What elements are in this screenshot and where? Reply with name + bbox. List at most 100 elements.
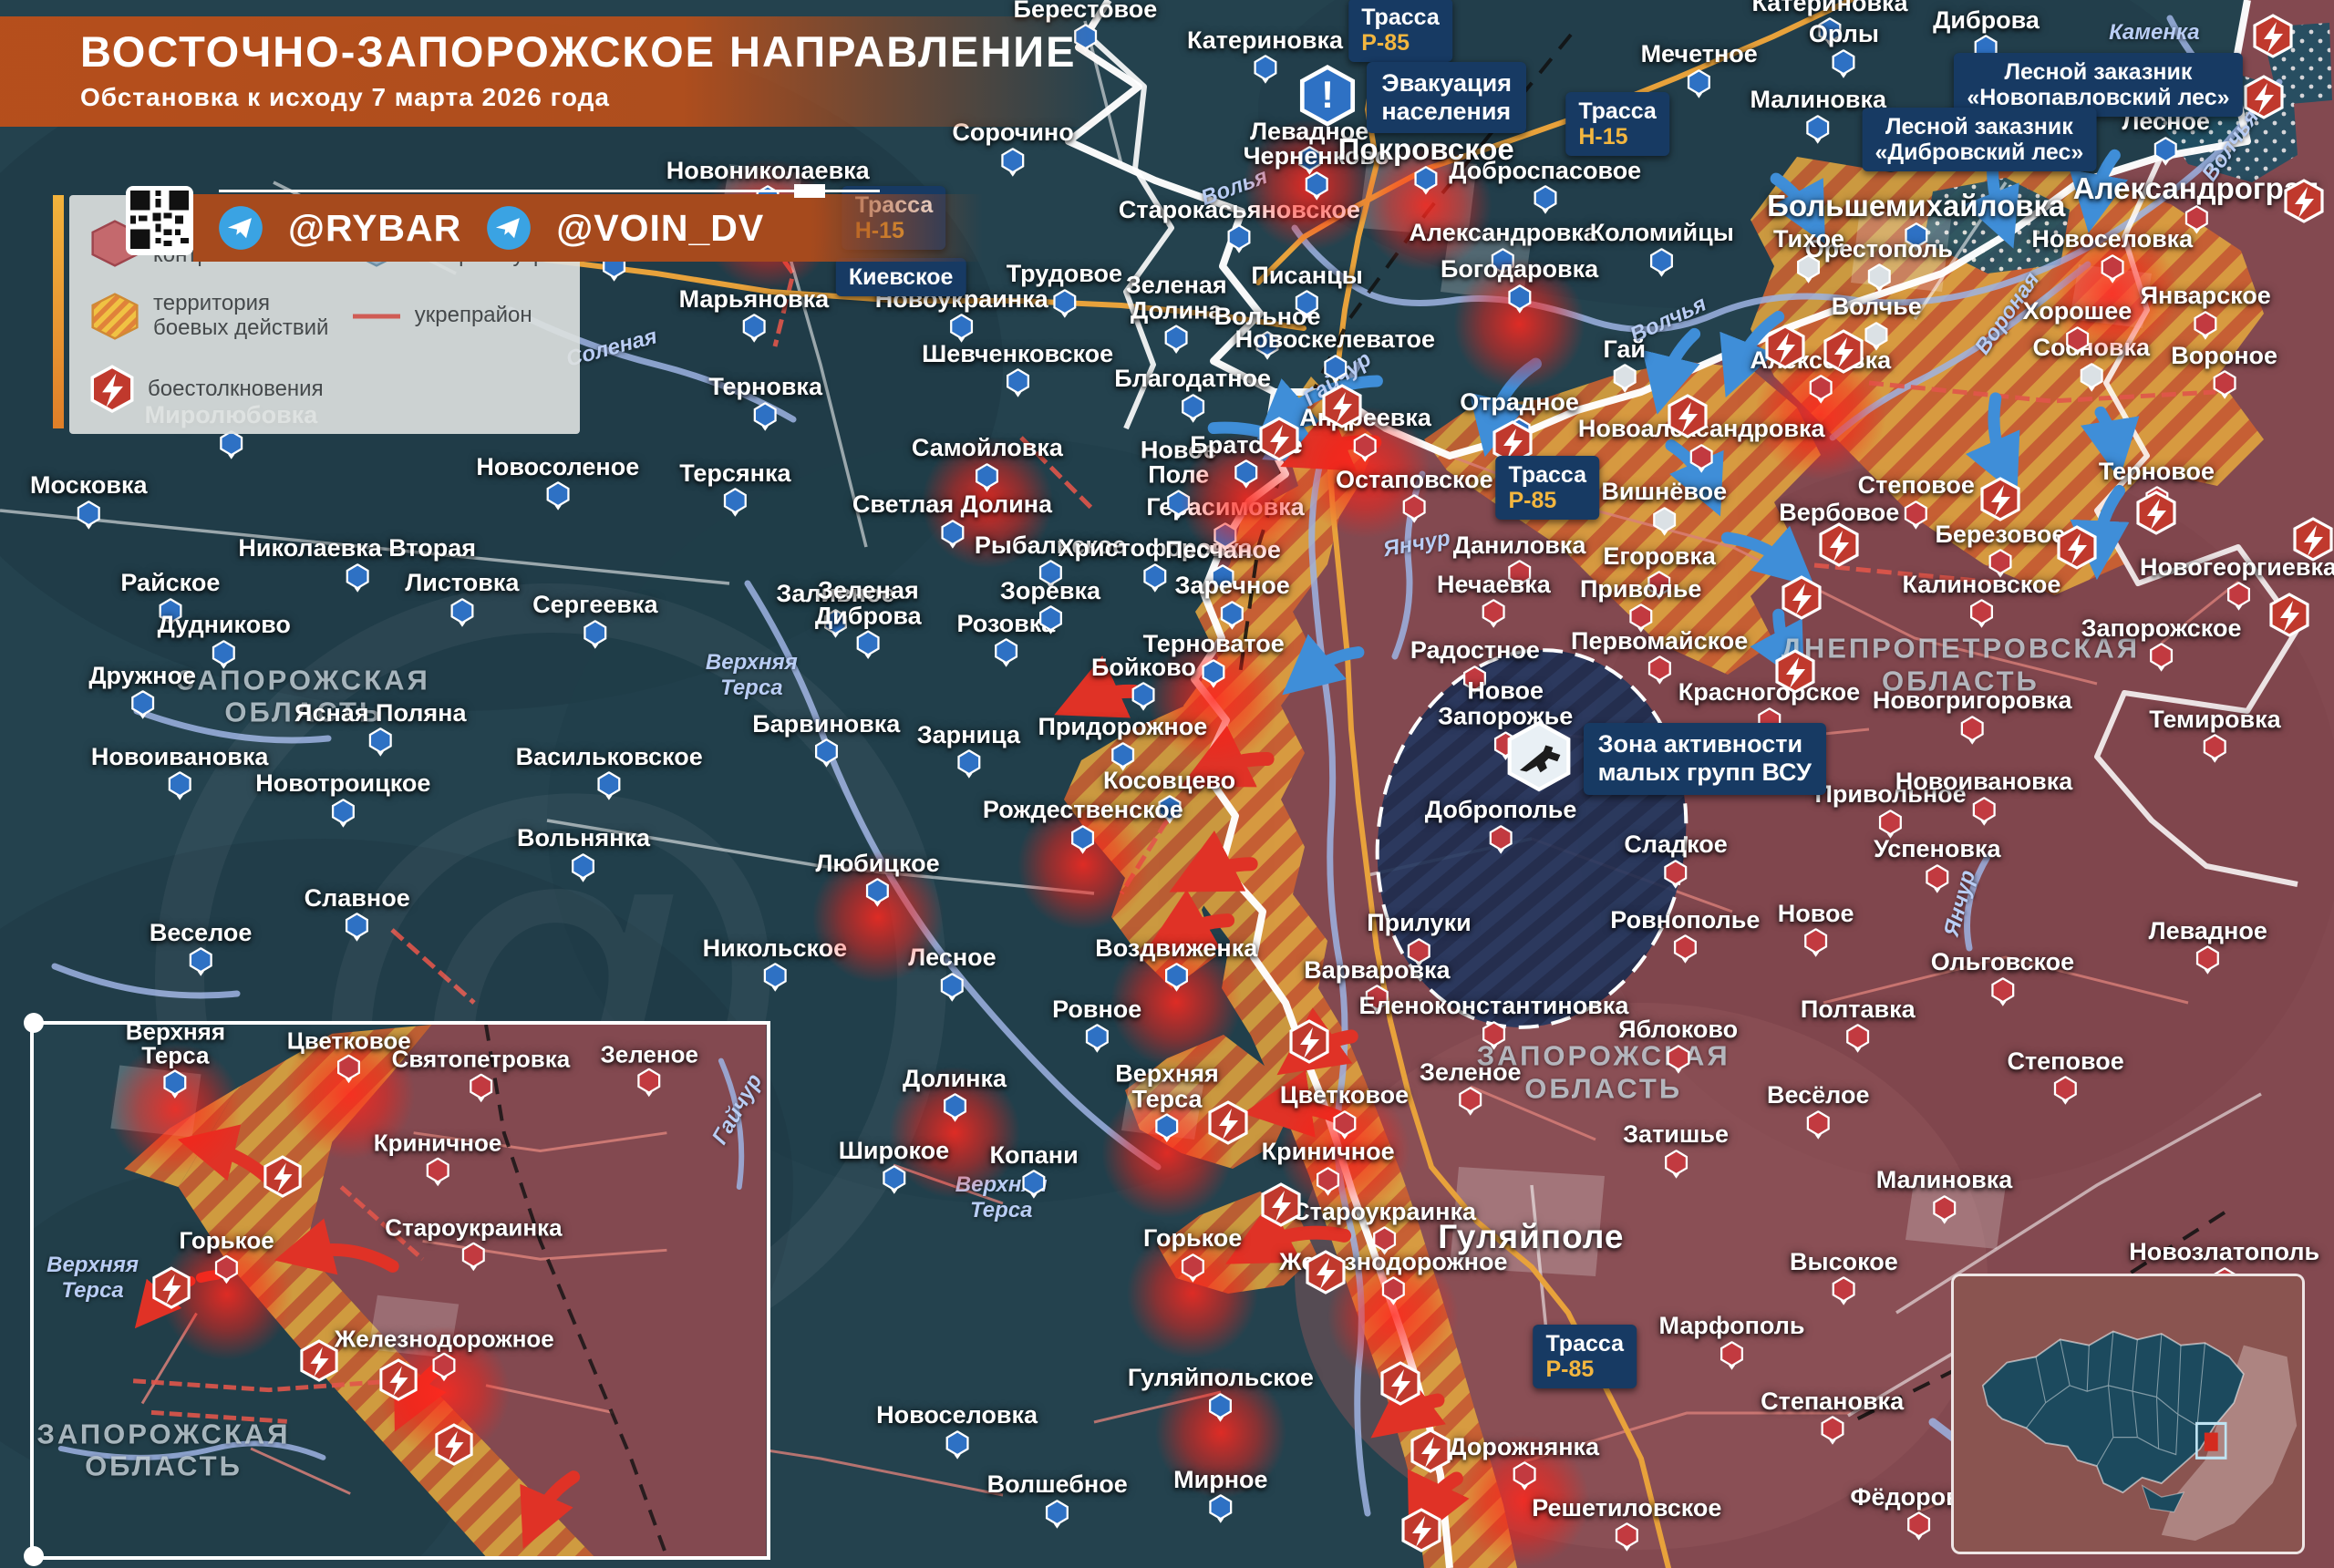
hexagon-marker-icon xyxy=(77,500,101,530)
hexagon-marker-icon xyxy=(597,772,622,801)
town-label: Хорошее xyxy=(2023,300,2133,356)
town-name: Терсянка xyxy=(679,461,790,487)
hexagon-marker-icon xyxy=(1154,1114,1179,1143)
hexagon-marker-icon xyxy=(426,1158,450,1187)
road-label: ТрассаН-15 xyxy=(1565,92,1669,156)
hexagon-marker-icon xyxy=(1052,289,1077,318)
town-name: Катериновка xyxy=(1751,0,1907,15)
town-label: Верхняя Терса xyxy=(1115,1062,1218,1143)
town-label: Веселое xyxy=(150,921,253,977)
clashes-legend-icon xyxy=(89,365,135,417)
map-title: ВОСТОЧНО-ЗАПОРОЖСКОЕ НАПРАВЛЕНИЕ xyxy=(80,29,1101,74)
clash-lightning-icon xyxy=(2056,525,2098,573)
hexagon-marker-icon xyxy=(1906,1512,1931,1542)
town-name: Еленоконстантиновка xyxy=(1358,995,1628,1020)
hexagon-marker-icon xyxy=(2079,363,2103,392)
town-label: Долинка xyxy=(903,1067,1007,1123)
road-label: ТрассаР-85 xyxy=(1348,0,1452,62)
title-block: ВОСТОЧНО-ЗАПОРОЖСКОЕ НАПРАВЛЕНИЕ Обстано… xyxy=(0,16,1101,127)
town-name: Зарница xyxy=(917,723,1020,748)
hexagon-marker-icon xyxy=(1649,248,1674,277)
town-label: Зеленое xyxy=(1420,1060,1522,1117)
hexagon-marker-icon xyxy=(1381,1277,1406,1306)
channel-handle-rybar[interactable]: @RYBAR xyxy=(288,207,461,250)
town-name: Новозлатополь xyxy=(2129,1241,2319,1266)
clash-icon xyxy=(1260,1182,1302,1230)
hexagon-marker-icon xyxy=(1045,1500,1069,1529)
town-label: Сорочино xyxy=(952,121,1073,178)
clash-icon xyxy=(1379,1361,1421,1408)
hexagon-marker-icon xyxy=(975,463,999,492)
town-label: Шевченковское xyxy=(922,342,1113,398)
town-name: Александровка xyxy=(1409,222,1596,247)
town-name: Вороное xyxy=(2171,344,2277,369)
hexagon-marker-icon xyxy=(2053,1076,2078,1105)
hexagon-marker-icon xyxy=(1806,1110,1831,1140)
clash-icon xyxy=(2056,525,2098,573)
hexagon-marker-icon xyxy=(1803,929,1828,958)
town-name: Гай xyxy=(1603,337,1646,363)
hexagon-marker-icon xyxy=(1925,864,1949,893)
inset-corner-dot xyxy=(24,1546,44,1566)
legend-item-label: территория боевых действий xyxy=(153,292,328,341)
hexagon-marker-icon xyxy=(1323,355,1348,384)
header-divider xyxy=(219,190,880,192)
clash-icon xyxy=(151,1267,191,1313)
town-name: Криничное xyxy=(1262,1140,1395,1166)
town-name: Березовое xyxy=(1935,522,2065,548)
town-name: Староукраинка xyxy=(385,1216,562,1241)
town-name: Бойково xyxy=(1091,655,1196,681)
town-name: Воздвиженка xyxy=(1095,936,1257,962)
hexagon-marker-icon xyxy=(1808,376,1833,405)
town-label: Московка xyxy=(30,474,147,531)
town-label: Богодаровка xyxy=(1441,257,1598,314)
town-name: Ровное xyxy=(1052,997,1141,1023)
hexagon-marker-icon xyxy=(461,1242,486,1271)
hexagon-marker-icon xyxy=(336,1055,361,1084)
clash-icon xyxy=(434,1423,474,1469)
inset-corner-dot xyxy=(24,1013,44,1033)
clash-icon xyxy=(1818,522,1860,570)
town-name: Яблоково xyxy=(1618,1017,1738,1043)
town-name: Новосоленое xyxy=(476,455,639,480)
town-name: Варваровка xyxy=(1304,958,1450,984)
town-label: Верхняя Терса xyxy=(126,1021,225,1099)
clash-lightning-icon xyxy=(2243,75,2285,122)
town-name: Копани xyxy=(989,1143,1078,1169)
hexagon-marker-icon xyxy=(2100,254,2124,284)
town-name: Трудовое xyxy=(1007,262,1122,287)
hexagon-marker-icon xyxy=(1482,600,1506,629)
channel-handle-voin-dv[interactable]: @VOIN_DV xyxy=(556,207,764,250)
town-label: Новогригоровка xyxy=(1873,688,2072,745)
hexagon-marker-icon xyxy=(1666,1045,1690,1074)
hexagon-marker-icon xyxy=(856,631,881,660)
clash-lightning-icon xyxy=(2268,593,2310,640)
town-name: Самойловка xyxy=(912,436,1063,461)
hexagon-marker-icon xyxy=(1664,1150,1689,1179)
legend-item-label: укрепрайон xyxy=(415,304,532,328)
town-name: Волшебное xyxy=(987,1472,1128,1498)
town-label: Гуляйполе xyxy=(1438,1220,1624,1254)
town-name: Большемихайловка xyxy=(1767,191,2065,222)
qr-code xyxy=(126,186,193,255)
town-label: Любицкое xyxy=(815,851,939,908)
hexagon-marker-icon xyxy=(1932,1195,1957,1224)
town-label: Решетиловское xyxy=(1532,1496,1721,1553)
town-label: Зеленое xyxy=(601,1043,698,1099)
town-name: Волчье xyxy=(1832,295,1922,321)
town-name: Вишнёвое xyxy=(1601,480,1727,506)
town-label: Нечаевка xyxy=(1437,573,1551,629)
hexagon-marker-icon xyxy=(163,1069,188,1099)
town-name: Райское xyxy=(120,571,220,596)
hexagon-marker-icon xyxy=(1820,1417,1844,1446)
town-label: Дружное xyxy=(88,664,196,720)
town-name: Барвиновка xyxy=(752,712,900,738)
hexagon-marker-icon xyxy=(1164,964,1189,993)
hexagon-marker-icon xyxy=(130,690,155,719)
hexagon-marker-icon xyxy=(331,799,356,828)
hexagon-marker-icon xyxy=(1414,166,1439,195)
road-number: Р-85 xyxy=(1361,30,1440,56)
hexagon-marker-icon xyxy=(1353,433,1378,462)
uaf-activity-text: Зона активности малых групп ВСУ xyxy=(1584,723,1826,794)
town-name: Егоровка xyxy=(1603,544,1716,570)
